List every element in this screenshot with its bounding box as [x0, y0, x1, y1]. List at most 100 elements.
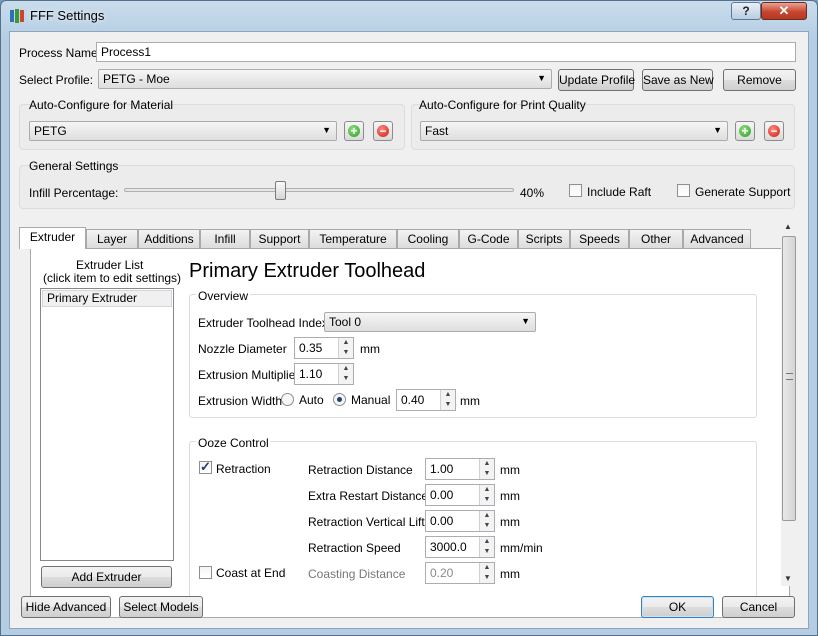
include-raft-label: Include Raft [587, 185, 652, 199]
extra-restart-distance-label: Extra Restart Distance [308, 489, 429, 503]
quality-group-title: Auto-Configure for Print Quality [419, 98, 586, 112]
retraction-vertical-lift-unit: mm [500, 515, 520, 529]
extra-restart-distance-spinbox[interactable]: 0.00 ▲ ▼ [425, 484, 495, 506]
tab-advanced[interactable]: Advanced [683, 229, 751, 248]
tab-speeds[interactable]: Speeds [570, 229, 629, 248]
scroll-down-icon[interactable]: ▼ [784, 574, 792, 583]
retraction-distance-spinbox[interactable]: 1.00 ▲ ▼ [425, 458, 495, 480]
extrusion-multiplier-value: 1.10 [299, 367, 323, 381]
window-title: FFF Settings [30, 8, 105, 23]
up-down-arrows-icon[interactable]: ▲ ▼ [338, 364, 353, 384]
scrollbar[interactable]: ▲ ▼ [781, 222, 798, 586]
save-as-new-button[interactable]: Save as New [642, 69, 714, 91]
coast-at-end-checkbox[interactable] [199, 566, 212, 579]
tab-infill[interactable]: Infill [200, 229, 250, 248]
quality-select-value: Fast [425, 124, 449, 138]
profile-select-value: PETG - Moe [103, 72, 170, 86]
width-manual-label: Manual [351, 393, 391, 407]
extrusion-multiplier-label: Extrusion Multiplier [198, 368, 300, 382]
tab-g-code[interactable]: G-Code [459, 229, 518, 248]
ok-button[interactable]: OK [641, 596, 714, 618]
plus-circle-icon: + [739, 125, 751, 137]
toolhead-heading: Primary Extruder Toolhead [189, 260, 426, 282]
retraction-checkbox[interactable] [199, 459, 212, 475]
extra-restart-distance-unit: mm [500, 489, 520, 503]
toolhead-index-label: Extruder Toolhead Index [198, 316, 328, 330]
retraction-label: Retraction [216, 462, 271, 476]
tab-temperature[interactable]: Temperature [309, 229, 397, 248]
toolhead-index-select[interactable]: Tool 0 ▼ [324, 312, 536, 332]
retraction-speed-value: 3000.0 [430, 540, 467, 554]
tab-extruder[interactable]: Extruder [19, 227, 86, 249]
up-down-arrows-icon[interactable]: ▲ ▼ [338, 338, 353, 358]
hide-advanced-button[interactable]: Hide Advanced [21, 596, 111, 618]
add-extruder-button[interactable]: Add Extruder [41, 566, 172, 588]
tab-cooling[interactable]: Cooling [397, 229, 459, 248]
remove-profile-button[interactable]: Remove [723, 69, 796, 91]
retraction-speed-unit: mm/min [500, 541, 543, 555]
extrusion-width-unit: mm [460, 394, 480, 408]
tab-additions[interactable]: Additions [138, 229, 200, 248]
general-settings-title: General Settings [29, 159, 119, 173]
up-down-arrows-icon[interactable]: ▲ ▼ [479, 563, 494, 583]
infill-slider-handle[interactable] [275, 181, 286, 200]
coasting-distance-unit: mm [500, 567, 520, 581]
select-models-button[interactable]: Select Models [119, 596, 203, 618]
toolhead-index-value: Tool 0 [329, 315, 362, 329]
process-name-input[interactable]: Process1 [96, 42, 796, 62]
extruder-list-item[interactable]: Primary Extruder [42, 290, 172, 307]
retraction-speed-label: Retraction Speed [308, 541, 401, 555]
remove-material-button[interactable]: − [373, 121, 393, 141]
tab-scripts[interactable]: Scripts [518, 229, 570, 248]
extrusion-multiplier-spinbox[interactable]: 1.10 ▲ ▼ [294, 363, 354, 385]
coast-at-end-label: Coast at End [216, 566, 286, 580]
infill-slider-track[interactable] [124, 188, 514, 192]
scrollbar-thumb[interactable] [782, 236, 796, 521]
extruder-list-hint: (click item to edit settings) [43, 271, 182, 285]
cancel-button[interactable]: Cancel [722, 596, 795, 618]
up-down-arrows-icon[interactable]: ▲ ▼ [479, 537, 494, 557]
material-select[interactable]: PETG ▼ [29, 121, 337, 141]
include-raft-checkbox[interactable] [569, 184, 582, 197]
tab-support[interactable]: Support [250, 229, 309, 248]
up-down-arrows-icon[interactable]: ▲ ▼ [440, 390, 455, 410]
up-down-arrows-icon[interactable]: ▲ ▼ [479, 485, 494, 505]
app-logo-icon [10, 9, 24, 23]
generate-support-label: Generate Support [695, 185, 791, 199]
retraction-speed-spinbox[interactable]: 3000.0 ▲ ▼ [425, 536, 495, 558]
coasting-distance-spinbox: 0.20 ▲ ▼ [425, 562, 495, 584]
add-quality-button[interactable]: + [735, 121, 755, 141]
remove-quality-button[interactable]: − [764, 121, 784, 141]
material-group-title: Auto-Configure for Material [29, 98, 174, 112]
grip-icon [786, 373, 793, 380]
add-material-button[interactable]: + [344, 121, 364, 141]
extra-restart-distance-value: 0.00 [430, 488, 454, 502]
retraction-vertical-lift-spinbox[interactable]: 0.00 ▲ ▼ [425, 510, 495, 532]
quality-select[interactable]: Fast ▼ [420, 121, 728, 141]
up-down-arrows-icon[interactable]: ▲ ▼ [479, 459, 494, 479]
generate-support-checkbox[interactable] [677, 184, 690, 197]
extrusion-width-spinbox[interactable]: 0.40 ▲ ▼ [396, 389, 456, 411]
profile-select[interactable]: PETG - Moe ▼ [98, 69, 552, 89]
tab-other[interactable]: Other [629, 229, 683, 248]
up-down-arrows-icon[interactable]: ▲ ▼ [479, 511, 494, 531]
retraction-vertical-lift-label: Retraction Vertical Lift [308, 515, 425, 529]
close-button[interactable]: ✕ [761, 2, 807, 20]
minus-circle-icon: − [377, 125, 389, 137]
width-manual-radio[interactable] [333, 393, 346, 406]
overview-title: Overview [196, 289, 251, 303]
retraction-vertical-lift-value: 0.00 [430, 514, 454, 528]
scroll-up-icon[interactable]: ▲ [784, 222, 792, 231]
title-bar[interactable]: FFF Settings ? ✕ [1, 1, 817, 31]
extrusion-width-value: 0.40 [401, 393, 425, 407]
help-button[interactable]: ? [731, 2, 761, 20]
infill-percentage-label: Infill Percentage: [29, 186, 119, 200]
retraction-distance-unit: mm [500, 463, 520, 477]
ooze-control-title: Ooze Control [196, 436, 271, 450]
update-profile-button[interactable]: Update Profile [558, 69, 635, 91]
width-auto-radio[interactable] [281, 393, 294, 406]
retraction-distance-value: 1.00 [430, 462, 454, 476]
dialog-body: Process Name: Process1 Select Profile: P… [9, 31, 809, 629]
tab-layer[interactable]: Layer [86, 229, 138, 248]
nozzle-diameter-spinbox[interactable]: 0.35 ▲ ▼ [294, 337, 354, 359]
